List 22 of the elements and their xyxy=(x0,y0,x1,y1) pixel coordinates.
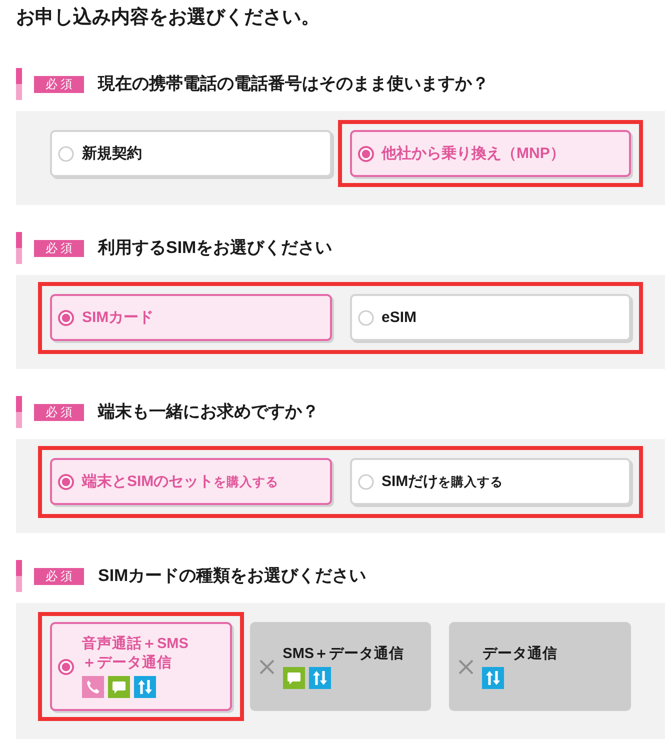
radio-option[interactable]: SIMだけを購入する xyxy=(350,458,631,505)
speech-bubble-icon xyxy=(282,666,305,688)
speech-bubble-icon xyxy=(108,676,130,698)
heading-accent-bar xyxy=(16,396,22,428)
section-heading: 端末も一緒にお求めですか？ xyxy=(98,401,319,423)
page-title: お申し込み内容をお選びください。 xyxy=(16,6,321,30)
section-heading: 利用するSIMをお選びください xyxy=(98,237,332,259)
up-down-arrows-icon xyxy=(134,676,156,698)
radio-option[interactable]: eSIM xyxy=(350,294,631,341)
section-heading: 現在の携帯電話の電話番号はそのまま使いますか？ xyxy=(98,73,489,95)
up-down-arrows-icon xyxy=(308,666,331,688)
heading-accent-bar xyxy=(16,560,22,592)
required-badge: 必須 xyxy=(34,404,84,420)
radio-option[interactable]: 新規契約 xyxy=(50,130,332,177)
up-down-arrows-icon xyxy=(482,666,504,688)
required-badge: 必須 xyxy=(34,568,84,584)
required-badge: 必須 xyxy=(34,76,84,92)
required-badge: 必須 xyxy=(34,240,84,256)
phone-icon xyxy=(82,676,104,698)
heading-accent-bar xyxy=(16,232,22,264)
section-heading: SIMカードの種類をお選びください xyxy=(98,565,366,587)
heading-accent-bar xyxy=(16,68,22,100)
